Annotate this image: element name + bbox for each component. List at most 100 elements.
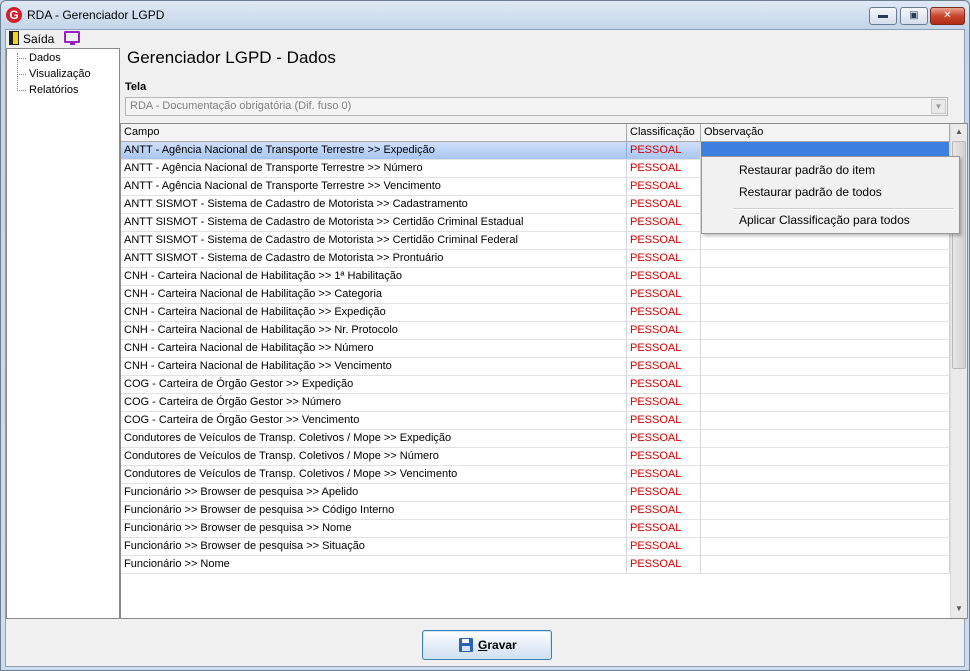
- table-row[interactable]: CNH - Carteira Nacional de Habilitação >…: [121, 286, 950, 304]
- cell-campo[interactable]: ANTT SISMOT - Sistema de Cadastro de Mot…: [121, 250, 627, 267]
- cell-classificacao[interactable]: PESSOAL: [627, 412, 701, 429]
- cell-campo[interactable]: Condutores de Veículos de Transp. Coleti…: [121, 430, 627, 447]
- cell-classificacao[interactable]: PESSOAL: [627, 214, 701, 231]
- table-row[interactable]: COG - Carteira de Órgão Gestor >> Expedi…: [121, 376, 950, 394]
- cell-classificacao[interactable]: PESSOAL: [627, 232, 701, 249]
- menu-item-restaurar-todos[interactable]: Restaurar padrão de todos: [705, 182, 956, 202]
- cell-campo[interactable]: CNH - Carteira Nacional de Habilitação >…: [121, 286, 627, 303]
- cell-campo[interactable]: Funcionário >> Browser de pesquisa >> Ap…: [121, 484, 627, 501]
- menu-item-restaurar-item[interactable]: Restaurar padrão do item: [705, 160, 956, 180]
- cell-campo[interactable]: Funcionário >> Browser de pesquisa >> No…: [121, 520, 627, 537]
- cell-observacao[interactable]: [701, 340, 950, 357]
- cell-classificacao[interactable]: PESSOAL: [627, 160, 701, 177]
- menu-saida[interactable]: Saída: [23, 32, 54, 46]
- cell-campo[interactable]: COG - Carteira de Órgão Gestor >> Expedi…: [121, 376, 627, 393]
- minimize-button[interactable]: ▬: [869, 7, 897, 25]
- table-row[interactable]: Funcionário >> Browser de pesquisa >> Có…: [121, 502, 950, 520]
- cell-campo[interactable]: Funcionário >> Browser de pesquisa >> Có…: [121, 502, 627, 519]
- scroll-up-icon[interactable]: ▲: [951, 124, 967, 140]
- table-row[interactable]: CNH - Carteira Nacional de Habilitação >…: [121, 358, 950, 376]
- cell-classificacao[interactable]: PESSOAL: [627, 538, 701, 555]
- cell-campo[interactable]: CNH - Carteira Nacional de Habilitação >…: [121, 340, 627, 357]
- cell-observacao[interactable]: [701, 358, 950, 375]
- tree-item-dados[interactable]: Dados: [17, 50, 61, 66]
- table-row[interactable]: Condutores de Veículos de Transp. Coleti…: [121, 430, 950, 448]
- table-row[interactable]: Condutores de Veículos de Transp. Coleti…: [121, 466, 950, 484]
- cell-campo[interactable]: CNH - Carteira Nacional de Habilitação >…: [121, 322, 627, 339]
- cell-classificacao[interactable]: PESSOAL: [627, 358, 701, 375]
- cell-observacao[interactable]: [701, 232, 950, 249]
- door-exit-icon[interactable]: [9, 31, 19, 45]
- tree-item-visualizacao[interactable]: Visualização: [17, 66, 91, 82]
- table-row[interactable]: Funcionário >> Browser de pesquisa >> No…: [121, 520, 950, 538]
- table-row[interactable]: COG - Carteira de Órgão Gestor >> Vencim…: [121, 412, 950, 430]
- tela-select[interactable]: RDA - Documentação obrigatória (Dif. fus…: [125, 97, 948, 116]
- cell-classificacao[interactable]: PESSOAL: [627, 376, 701, 393]
- cell-observacao[interactable]: [701, 394, 950, 411]
- tree-item-relatorios[interactable]: Relatórios: [17, 82, 79, 98]
- cell-campo[interactable]: ANTT SISMOT - Sistema de Cadastro de Mot…: [121, 214, 627, 231]
- table-row[interactable]: Funcionário >> Browser de pesquisa >> Ap…: [121, 484, 950, 502]
- cell-classificacao[interactable]: PESSOAL: [627, 142, 701, 159]
- table-row[interactable]: Condutores de Veículos de Transp. Coleti…: [121, 448, 950, 466]
- cell-classificacao[interactable]: PESSOAL: [627, 394, 701, 411]
- cell-observacao[interactable]: [701, 268, 950, 285]
- cell-classificacao[interactable]: PESSOAL: [627, 250, 701, 267]
- cell-classificacao[interactable]: PESSOAL: [627, 304, 701, 321]
- cell-observacao[interactable]: [701, 250, 950, 267]
- cell-campo[interactable]: ANTT SISMOT - Sistema de Cadastro de Mot…: [121, 196, 627, 213]
- cell-observacao[interactable]: [701, 538, 950, 555]
- cell-observacao[interactable]: [701, 430, 950, 447]
- close-button[interactable]: ✕: [930, 7, 965, 25]
- table-row[interactable]: CNH - Carteira Nacional de Habilitação >…: [121, 340, 950, 358]
- cell-observacao[interactable]: [701, 502, 950, 519]
- cell-classificacao[interactable]: PESSOAL: [627, 340, 701, 357]
- cell-observacao[interactable]: [701, 322, 950, 339]
- menu-item-aplicar-todos[interactable]: Aplicar Classificação para todos: [705, 210, 956, 230]
- cell-campo[interactable]: CNH - Carteira Nacional de Habilitação >…: [121, 268, 627, 285]
- column-header-observacao[interactable]: Observação: [701, 124, 950, 141]
- cell-campo[interactable]: ANTT - Agência Nacional de Transporte Te…: [121, 142, 627, 159]
- table-row[interactable]: CNH - Carteira Nacional de Habilitação >…: [121, 268, 950, 286]
- cell-classificacao[interactable]: PESSOAL: [627, 520, 701, 537]
- cell-campo[interactable]: ANTT - Agência Nacional de Transporte Te…: [121, 160, 627, 177]
- monitor-icon[interactable]: [64, 31, 80, 45]
- cell-classificacao[interactable]: PESSOAL: [627, 286, 701, 303]
- cell-campo[interactable]: CNH - Carteira Nacional de Habilitação >…: [121, 304, 627, 321]
- column-header-classificacao[interactable]: Classificação: [627, 124, 701, 141]
- table-row[interactable]: Funcionário >> Browser de pesquisa >> Si…: [121, 538, 950, 556]
- cell-classificacao[interactable]: PESSOAL: [627, 178, 701, 195]
- cell-observacao[interactable]: [701, 448, 950, 465]
- cell-classificacao[interactable]: PESSOAL: [627, 502, 701, 519]
- column-header-campo[interactable]: Campo: [121, 124, 627, 141]
- table-row[interactable]: Funcionário >> Nome PESSOAL: [121, 556, 950, 574]
- cell-campo[interactable]: ANTT SISMOT - Sistema de Cadastro de Mot…: [121, 232, 627, 249]
- cell-classificacao[interactable]: PESSOAL: [627, 430, 701, 447]
- cell-campo[interactable]: Funcionário >> Browser de pesquisa >> Si…: [121, 538, 627, 555]
- cell-classificacao[interactable]: PESSOAL: [627, 196, 701, 213]
- table-row[interactable]: COG - Carteira de Órgão Gestor >> Número…: [121, 394, 950, 412]
- chevron-down-icon[interactable]: ▼: [931, 99, 946, 114]
- scroll-down-icon[interactable]: ▼: [951, 601, 967, 617]
- maximize-button[interactable]: ▣: [900, 7, 928, 25]
- cell-observacao[interactable]: [701, 412, 950, 429]
- cell-classificacao[interactable]: PESSOAL: [627, 484, 701, 501]
- gravar-button[interactable]: Gravar: [422, 630, 552, 660]
- cell-observacao[interactable]: [701, 466, 950, 483]
- cell-campo[interactable]: Condutores de Veículos de Transp. Coleti…: [121, 448, 627, 465]
- cell-observacao[interactable]: [701, 304, 950, 321]
- cell-campo[interactable]: Condutores de Veículos de Transp. Coleti…: [121, 466, 627, 483]
- cell-classificacao[interactable]: PESSOAL: [627, 448, 701, 465]
- cell-campo[interactable]: CNH - Carteira Nacional de Habilitação >…: [121, 358, 627, 375]
- cell-classificacao[interactable]: PESSOAL: [627, 466, 701, 483]
- cell-campo[interactable]: Funcionário >> Nome: [121, 556, 627, 573]
- table-row[interactable]: ANTT SISMOT - Sistema de Cadastro de Mot…: [121, 232, 950, 250]
- cell-classificacao[interactable]: PESSOAL: [627, 556, 701, 573]
- cell-observacao[interactable]: [701, 286, 950, 303]
- cell-observacao[interactable]: [701, 556, 950, 573]
- table-row[interactable]: ANTT SISMOT - Sistema de Cadastro de Mot…: [121, 250, 950, 268]
- cell-classificacao[interactable]: PESSOAL: [627, 268, 701, 285]
- cell-observacao[interactable]: [701, 484, 950, 501]
- title-bar[interactable]: G RDA - Gerenciador LGPD ▬ ▣ ✕: [1, 1, 969, 29]
- cell-observacao[interactable]: [701, 376, 950, 393]
